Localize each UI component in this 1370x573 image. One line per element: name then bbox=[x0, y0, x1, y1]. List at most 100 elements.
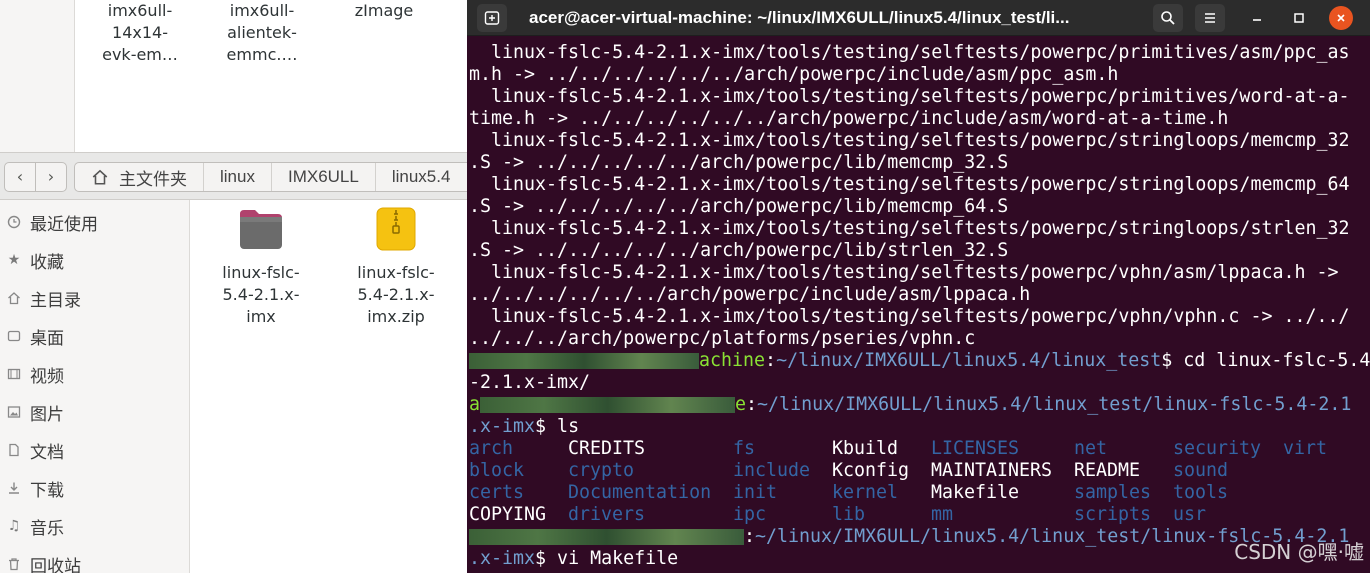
sidebar-item-pictures[interactable]: 图片 bbox=[0, 393, 190, 431]
file-name: linux-fslc- 5.4-2.1.x- imx bbox=[201, 262, 321, 328]
zip-archive-icon bbox=[376, 207, 416, 251]
sidebar-item-music[interactable]: ♫ 音乐 bbox=[0, 507, 190, 545]
prompt-line-cont: .x-imx$ vi Makefile bbox=[469, 548, 678, 570]
file-item-folder[interactable]: linux-fslc- 5.4-2.1.x- imx bbox=[201, 206, 321, 328]
chevron-left-icon: ‹ bbox=[16, 167, 24, 186]
prompt-path: ~/linux/IMX6ULL/linux5.4/linux_test/linu… bbox=[757, 394, 1352, 415]
output-line: linux-fslc-5.4-2.1.x-imx/tools/testing/s… bbox=[469, 86, 1350, 107]
home-icon bbox=[92, 169, 108, 185]
music-icon: ♫ bbox=[7, 518, 21, 534]
prompt-command: $ vi Makefile bbox=[535, 548, 679, 569]
ls-entry: MAINTAINERS bbox=[931, 460, 1053, 481]
prompt-line: a e:~/linux/IMX6ULL/linux5.4/linux_test/l… bbox=[469, 394, 1351, 416]
redacted-user-host bbox=[480, 397, 736, 413]
sidebar-item-label: 视频 bbox=[30, 366, 64, 387]
output-line: .S -> ../../../../../arch/powerpc/lib/st… bbox=[469, 240, 1009, 261]
file-name-line: linux-fslc- bbox=[222, 263, 300, 282]
prompt-path: .x-imx bbox=[469, 548, 536, 569]
sidebar-item-home[interactable]: 主目录 bbox=[0, 279, 190, 317]
chevron-right-icon: › bbox=[47, 167, 55, 186]
file-name-line: zImage bbox=[354, 1, 414, 20]
close-button[interactable] bbox=[1329, 6, 1353, 30]
file-item-zimage[interactable]: zImage bbox=[329, 0, 439, 22]
sidebar-item-downloads[interactable]: 下载 bbox=[0, 469, 190, 507]
minimize-button[interactable] bbox=[1245, 6, 1269, 30]
prompt-line: achine:~/linux/IMX6ULL/linux5.4/linux_te… bbox=[469, 350, 1370, 372]
back-button[interactable]: ‹ bbox=[4, 162, 36, 192]
ls-entry: security bbox=[1173, 438, 1262, 459]
prompt-host: achine bbox=[699, 350, 766, 371]
file-item-imx6ull-14x14[interactable]: imx6ull- 14x14- evk-em… bbox=[85, 0, 195, 66]
forward-button[interactable]: › bbox=[35, 162, 67, 192]
file-name-line: imx.zip bbox=[367, 307, 425, 326]
star-icon: ★ bbox=[7, 252, 21, 268]
file-name-line: 14x14- bbox=[112, 23, 168, 42]
sidebar-item-label: 回收站 bbox=[30, 556, 81, 573]
file-item-zip[interactable]: linux-fslc- 5.4-2.1.x- imx.zip bbox=[336, 206, 456, 328]
sidebar-item-trash[interactable]: 回收站 bbox=[0, 545, 190, 573]
prompt-colon: : bbox=[746, 394, 758, 415]
prompt-colon: : bbox=[765, 350, 777, 371]
sidebar-item-videos[interactable]: 视频 bbox=[0, 355, 190, 393]
ls-entry: include bbox=[733, 460, 811, 481]
output-line: .S -> ../../../../../arch/powerpc/lib/me… bbox=[469, 196, 1009, 217]
ls-entry: scripts bbox=[1074, 504, 1152, 525]
output-line: .S -> ../../../../../arch/powerpc/lib/me… bbox=[469, 152, 1009, 173]
files-toolbar: ‹ › 主文件夹 linux IMX6ULL linux5.4 bbox=[0, 152, 470, 200]
output-line: time.h -> ../../../../../../arch/powerpc… bbox=[469, 108, 1229, 129]
sidebar-item-label: 图片 bbox=[30, 404, 64, 425]
breadcrumb-label: linux bbox=[220, 167, 255, 186]
ls-entry: crypto bbox=[568, 460, 635, 481]
ls-entry: mm bbox=[931, 504, 954, 525]
output-line: linux-fslc-5.4-2.1.x-imx/tools/testing/s… bbox=[469, 42, 1350, 63]
maximize-button[interactable] bbox=[1287, 6, 1311, 30]
ls-entry: lib bbox=[832, 504, 866, 525]
clock-icon bbox=[6, 214, 22, 230]
breadcrumb: 主文件夹 linux IMX6ULL linux5.4 bbox=[74, 162, 470, 192]
file-name-line: emmc.… bbox=[226, 45, 298, 64]
files-window-upper: imx6ull- 14x14- evk-em… imx6ull- aliente… bbox=[0, 0, 470, 152]
new-tab-button[interactable] bbox=[477, 4, 507, 32]
breadcrumb-linux[interactable]: linux bbox=[204, 163, 272, 191]
ls-entry: virt bbox=[1283, 438, 1328, 459]
sidebar-item-starred[interactable]: ★ 收藏 bbox=[0, 241, 190, 279]
ls-entry: sound bbox=[1173, 460, 1229, 481]
sidebar-item-desktop[interactable]: 桌面 bbox=[0, 317, 190, 355]
prompt-user: a bbox=[469, 394, 481, 415]
sidebar-item-label: 桌面 bbox=[30, 328, 64, 349]
ls-entry: CREDITS bbox=[568, 438, 646, 459]
files-content: linux-fslc- 5.4-2.1.x- imx linux-fslc- 5… bbox=[191, 200, 470, 573]
ls-entry: Documentation bbox=[568, 482, 712, 503]
breadcrumb-label: 主文件夹 bbox=[119, 169, 187, 189]
ls-entry: fs bbox=[733, 438, 756, 459]
prompt-path: .x-imx bbox=[469, 416, 536, 437]
ls-entry: README bbox=[1074, 460, 1141, 481]
search-button[interactable] bbox=[1153, 4, 1183, 32]
trash-icon bbox=[6, 556, 22, 572]
search-icon bbox=[1161, 11, 1175, 25]
output-line: linux-fslc-5.4-2.1.x-imx/tools/testing/s… bbox=[469, 218, 1350, 239]
file-item-imx6ull-alientek[interactable]: imx6ull- alientek- emmc.… bbox=[207, 0, 317, 66]
window-title: acer@acer-virtual-machine: ~/linux/IMX6U… bbox=[529, 8, 1070, 27]
files-sidebar: 最近使用 ★ 收藏 主目录 桌面 视频 图片 文档 下载 ♫ 音乐 回收站 bbox=[0, 200, 190, 573]
menu-button[interactable] bbox=[1195, 4, 1225, 32]
output-line: ../../../../../../arch/powerpc/include/a… bbox=[469, 284, 1031, 305]
terminal-body[interactable]: linux-fslc-5.4-2.1.x-imx/tools/testing/s… bbox=[467, 36, 1370, 573]
image-icon bbox=[6, 404, 22, 420]
breadcrumb-linux5-4[interactable]: linux5.4 bbox=[376, 163, 467, 191]
breadcrumb-label: IMX6ULL bbox=[287, 167, 359, 186]
prompt-command: $ ls bbox=[535, 416, 580, 437]
file-name-line: 5.4-2.1.x- bbox=[357, 285, 435, 304]
sidebar-item-documents[interactable]: 文档 bbox=[0, 431, 190, 469]
ls-entry: arch bbox=[469, 438, 514, 459]
output-line: linux-fslc-5.4-2.1.x-imx/tools/testing/s… bbox=[469, 130, 1350, 151]
ls-entry: LICENSES bbox=[931, 438, 1020, 459]
sidebar-item-recent[interactable]: 最近使用 bbox=[0, 203, 190, 241]
sidebar-item-label: 主目录 bbox=[30, 290, 81, 311]
file-name-line: imx6ull- bbox=[229, 1, 295, 20]
video-icon bbox=[6, 366, 22, 382]
breadcrumb-imx6ull[interactable]: IMX6ULL bbox=[272, 163, 376, 191]
breadcrumb-home[interactable]: 主文件夹 bbox=[75, 163, 204, 191]
output-line: linux-fslc-5.4-2.1.x-imx/tools/testing/s… bbox=[469, 262, 1339, 283]
ls-entry: tools bbox=[1173, 482, 1229, 503]
